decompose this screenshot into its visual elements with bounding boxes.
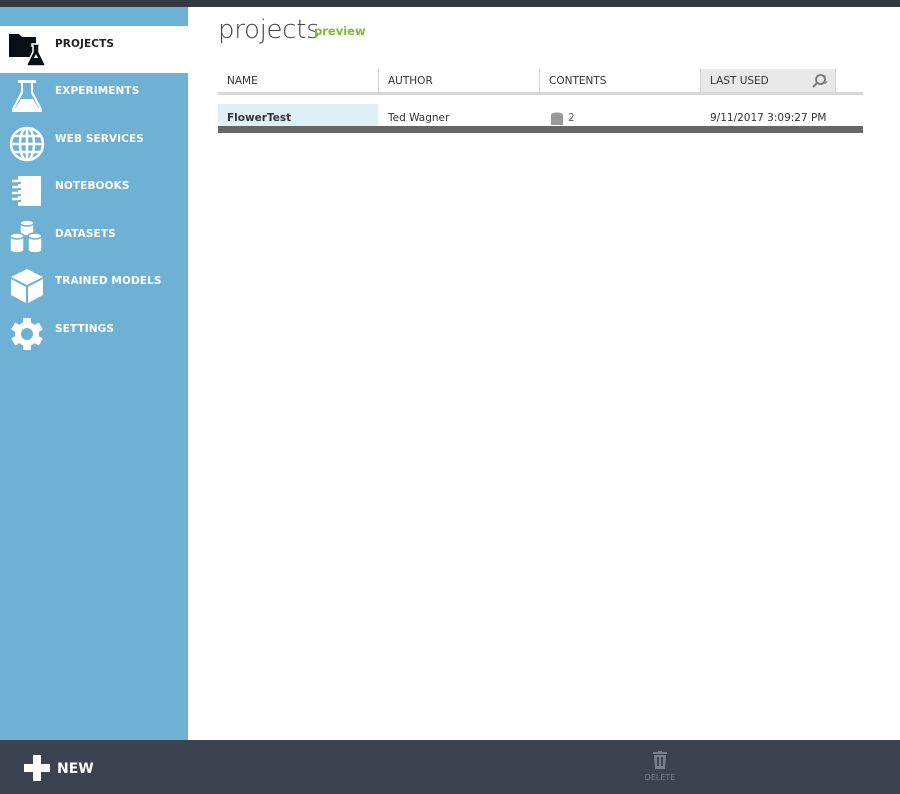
- sidebar-item-label: WEB SERVICES: [55, 133, 144, 145]
- column-header-name[interactable]: NAME: [218, 69, 378, 92]
- plus-icon: [24, 755, 50, 781]
- column-label: CONTENTS: [549, 75, 607, 87]
- column-label: LAST USED: [710, 75, 769, 87]
- sidebar-item-label: SETTINGS: [55, 323, 114, 335]
- sidebar-item-datasets[interactable]: DATASETS: [0, 216, 188, 263]
- command-bar: NEW DELETE: [0, 740, 900, 794]
- delete-button-label: DELETE: [644, 773, 676, 782]
- trash-icon: [653, 751, 667, 769]
- sidebar-item-label: DATASETS: [55, 228, 116, 240]
- search-column: [835, 69, 863, 92]
- sidebar-item-label: EXPERIMENTS: [55, 85, 140, 97]
- cube-icon: [11, 269, 43, 303]
- sidebar-item-notebooks[interactable]: NOTEBOOKS: [0, 168, 188, 215]
- delete-button[interactable]: DELETE: [640, 749, 680, 789]
- cell-name[interactable]: FlowerTest: [218, 104, 378, 126]
- horizontal-scrollbar[interactable]: [218, 126, 863, 133]
- column-header-contents[interactable]: CONTENTS: [539, 69, 700, 92]
- sidebar-item-settings[interactable]: SETTINGS: [0, 311, 188, 358]
- column-label: AUTHOR: [388, 75, 433, 87]
- gear-icon: [11, 318, 43, 350]
- flask-icon: [12, 80, 42, 112]
- search-icon[interactable]: [811, 73, 827, 89]
- notebook-icon: [12, 176, 41, 206]
- contents-count: 2: [568, 112, 575, 124]
- sidebar-item-projects[interactable]: PROJECTS: [0, 26, 188, 73]
- new-button-label[interactable]: NEW: [57, 761, 94, 777]
- cell-contents: 2: [540, 104, 700, 126]
- projects-icon: [9, 34, 46, 67]
- sidebar-item-label: TRAINED MODELS: [55, 275, 162, 287]
- main-content: projects preview NAME AUTHOR CONTENTS LA…: [188, 7, 900, 740]
- sidebar-item-web-services[interactable]: WEB SERVICES: [0, 121, 188, 168]
- cell-last-used: 9/11/2017 3:09:27 PM: [710, 112, 827, 124]
- sidebar-item-label: NOTEBOOKS: [55, 180, 130, 192]
- top-bar: [0, 0, 900, 7]
- preview-badge: preview: [314, 24, 366, 38]
- sidebar: PROJECTS EXPERIMENTS WEB SERVICES NOTEBO…: [0, 7, 188, 740]
- column-header-author[interactable]: AUTHOR: [378, 69, 539, 92]
- sidebar-item-trained-models[interactable]: TRAINED MODELS: [0, 263, 188, 310]
- datasets-icon: [9, 219, 43, 254]
- column-label: NAME: [227, 75, 258, 87]
- globe-icon: [9, 126, 45, 162]
- dataset-icon: [551, 112, 563, 125]
- sidebar-item-experiments[interactable]: EXPERIMENTS: [0, 73, 188, 120]
- cell-author: Ted Wagner: [388, 112, 450, 124]
- table-header: NAME AUTHOR CONTENTS LAST USED ↓: [218, 69, 863, 95]
- page-title: projects: [218, 15, 320, 45]
- new-button[interactable]: [24, 755, 50, 781]
- sidebar-item-label: PROJECTS: [55, 38, 115, 50]
